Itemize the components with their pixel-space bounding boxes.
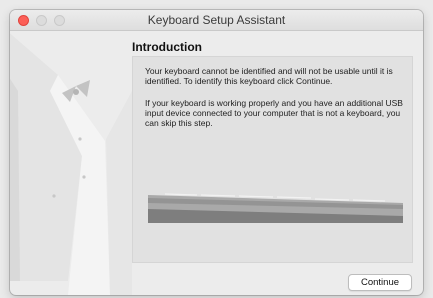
title-bar[interactable]: Keyboard Setup Assistant: [10, 10, 423, 31]
window-title: Keyboard Setup Assistant: [147, 13, 286, 27]
continue-button[interactable]: Continue: [348, 274, 412, 291]
content-panel: Your keyboard cannot be identified and w…: [132, 56, 413, 263]
page-title: Introduction: [132, 40, 202, 54]
assistant-window: Keyboard Setup Assistant Introduction Yo…: [10, 10, 423, 295]
intro-paragraph: Your keyboard cannot be identified and w…: [145, 66, 393, 86]
skip-paragraph: If your keyboard is working properly and…: [145, 98, 403, 128]
keyboard-illustration: [148, 193, 403, 223]
